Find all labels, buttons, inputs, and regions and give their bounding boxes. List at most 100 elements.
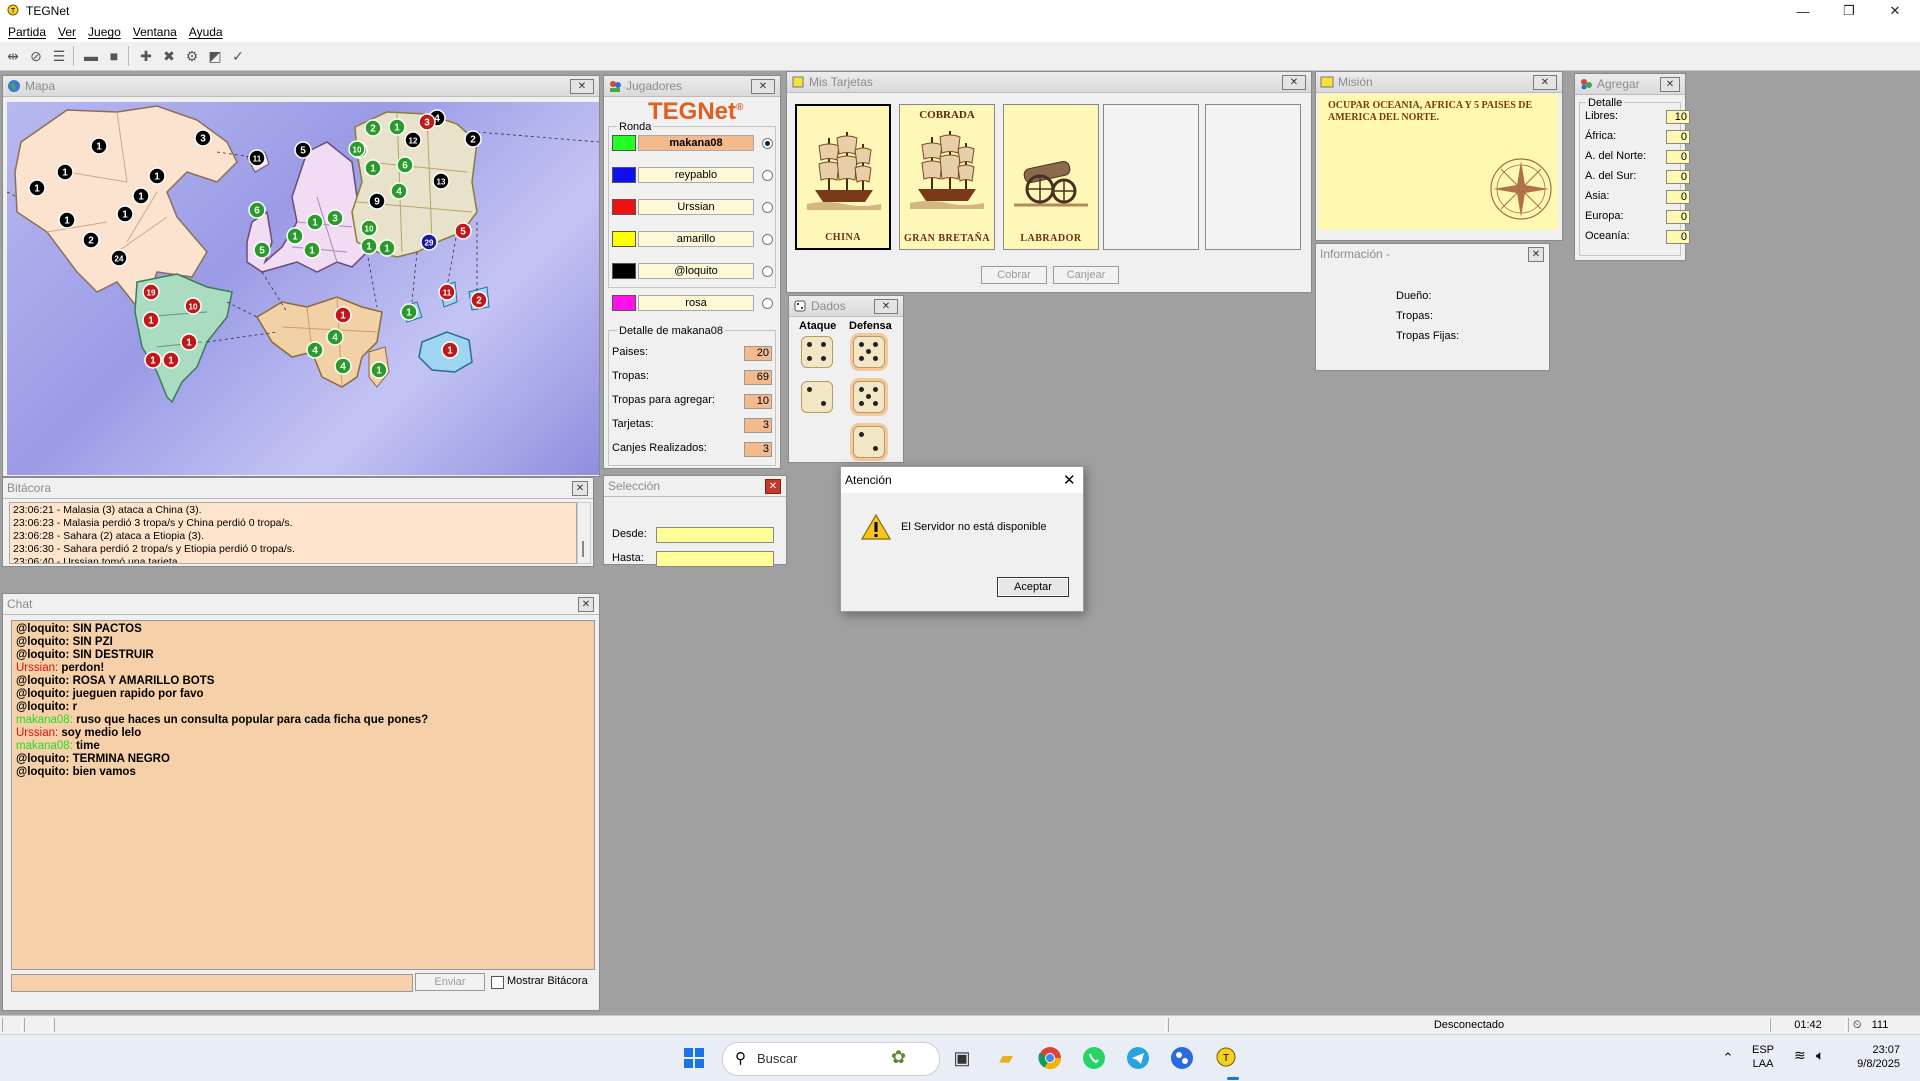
aceptar-button[interactable]: Aceptar bbox=[997, 577, 1069, 597]
army-marker[interactable]: 29 bbox=[420, 233, 438, 251]
agregar-close-button[interactable]: ✕ bbox=[1660, 77, 1680, 92]
language-indicator[interactable]: ESP LAA bbox=[1752, 1043, 1774, 1071]
wifi-icon[interactable]: ≋ bbox=[1794, 1047, 1806, 1064]
card-icon[interactable]: ◩ bbox=[205, 46, 225, 66]
army-marker[interactable]: 1 bbox=[180, 333, 198, 351]
army-marker[interactable]: 1 bbox=[334, 306, 352, 324]
army-marker[interactable]: 2 bbox=[464, 130, 482, 148]
player-radio[interactable] bbox=[762, 233, 773, 245]
taskbar-clock[interactable]: 23:07 9/8/2025 bbox=[1842, 1043, 1900, 1071]
chrome-icon[interactable] bbox=[1036, 1044, 1064, 1072]
army-marker[interactable]: 1 bbox=[388, 118, 406, 136]
menu-ayuda[interactable]: Ayuda bbox=[189, 25, 223, 39]
close-window-button[interactable]: ✕ bbox=[1872, 0, 1918, 22]
army-marker[interactable]: 1 bbox=[364, 159, 382, 177]
player-row[interactable]: @loquito bbox=[612, 262, 773, 280]
telegram-icon[interactable] bbox=[1124, 1044, 1152, 1072]
army-marker[interactable]: 12 bbox=[404, 131, 422, 149]
player-row[interactable]: makana08 bbox=[612, 134, 773, 152]
player-radio[interactable] bbox=[762, 169, 773, 181]
army-marker[interactable]: 2 bbox=[470, 291, 488, 309]
agregar-row-value[interactable]: 10 bbox=[1666, 110, 1690, 124]
app-blue-icon[interactable] bbox=[1168, 1044, 1196, 1072]
taskbar-search[interactable]: ⚲ Buscar ✿ bbox=[722, 1042, 940, 1076]
army-marker[interactable]: 4 bbox=[334, 357, 352, 375]
world-map-svg[interactable]: 1311111122411561315113214210126134910112… bbox=[7, 102, 599, 475]
player-row[interactable]: rosa bbox=[612, 294, 773, 312]
player-row[interactable]: Urssian bbox=[612, 198, 773, 216]
whatsapp-icon[interactable] bbox=[1080, 1044, 1108, 1072]
settings-icon[interactable]: ⚙ bbox=[182, 46, 202, 66]
start-icon[interactable]: ▬ bbox=[81, 46, 101, 66]
army-marker[interactable]: 13 bbox=[432, 172, 450, 190]
army-marker[interactable]: 1 bbox=[144, 351, 162, 369]
list-icon[interactable]: ☰ bbox=[49, 46, 69, 66]
chat-input[interactable] bbox=[11, 974, 413, 992]
player-row[interactable]: reypablo bbox=[612, 166, 773, 184]
army-marker[interactable]: 10 bbox=[184, 297, 202, 315]
enviar-button[interactable]: Enviar bbox=[415, 973, 485, 991]
africa-continent[interactable] bbox=[255, 296, 390, 388]
agregar-row-value[interactable]: 0 bbox=[1666, 230, 1690, 244]
army-marker[interactable]: 1 bbox=[56, 163, 74, 181]
canjear-button[interactable]: Canjear bbox=[1053, 266, 1119, 284]
army-marker[interactable]: 10 bbox=[348, 140, 366, 158]
army-marker[interactable]: 10 bbox=[360, 219, 378, 237]
stop-icon[interactable]: ■ bbox=[104, 46, 124, 66]
agregar-row-value[interactable]: 0 bbox=[1666, 130, 1690, 144]
seleccion-close-button[interactable]: ✕ bbox=[765, 479, 781, 494]
desde-field[interactable] bbox=[656, 527, 774, 543]
mostrar-bitacora-checkbox[interactable] bbox=[491, 976, 504, 989]
dados-close-button[interactable]: ✕ bbox=[874, 299, 898, 314]
bitacora-scroll-thumb[interactable] bbox=[582, 541, 584, 557]
army-marker[interactable]: 4 bbox=[390, 182, 408, 200]
army-marker[interactable]: 1 bbox=[286, 227, 304, 245]
attack-icon[interactable]: ✖ bbox=[159, 46, 179, 66]
army-marker[interactable]: 1 bbox=[148, 167, 166, 185]
army-marker[interactable]: 4 bbox=[326, 328, 344, 346]
maximize-button[interactable]: ❐ bbox=[1826, 0, 1872, 22]
end-turn-icon[interactable]: ✓ bbox=[228, 46, 248, 66]
army-marker[interactable]: 11 bbox=[248, 149, 266, 167]
chat-close-button[interactable]: ✕ bbox=[578, 597, 594, 612]
jugadores-close-button[interactable]: ✕ bbox=[751, 79, 775, 94]
army-marker[interactable]: 2 bbox=[364, 119, 382, 137]
army-marker[interactable]: 4 bbox=[306, 341, 324, 359]
disconnect-icon[interactable]: ⊘ bbox=[26, 46, 46, 66]
cobrar-button[interactable]: Cobrar bbox=[981, 266, 1047, 284]
task-view-icon[interactable]: ▣ bbox=[948, 1044, 976, 1072]
army-marker[interactable]: 5 bbox=[253, 241, 271, 259]
player-row[interactable]: amarillo bbox=[612, 230, 773, 248]
army-marker[interactable]: 1 bbox=[58, 211, 76, 229]
minimize-button[interactable]: — bbox=[1780, 0, 1826, 22]
army-marker[interactable]: 1 bbox=[378, 239, 396, 257]
chat-messages[interactable]: @loquito: SIN PACTOS @loquito: SIN PZI @lo… bbox=[11, 620, 595, 970]
army-marker[interactable]: 1 bbox=[90, 137, 108, 155]
windows-start-icon[interactable] bbox=[680, 1044, 708, 1072]
army-marker[interactable]: 1 bbox=[28, 179, 46, 197]
army-marker[interactable]: 1 bbox=[142, 311, 160, 329]
connect-icon[interactable]: ⇹ bbox=[3, 46, 23, 66]
mapa-close-button[interactable]: ✕ bbox=[570, 79, 594, 94]
army-marker[interactable]: 6 bbox=[396, 156, 414, 174]
menu-partida[interactable]: Partida bbox=[8, 25, 46, 39]
player-radio[interactable] bbox=[762, 297, 773, 309]
army-marker[interactable]: 1 bbox=[162, 351, 180, 369]
dialog-close-button[interactable]: ✕ bbox=[1063, 471, 1076, 489]
add-troops-icon[interactable]: ✚ bbox=[136, 46, 156, 66]
army-marker[interactable]: 6 bbox=[248, 201, 266, 219]
army-marker[interactable]: 5 bbox=[454, 222, 472, 240]
bitacora-close-button[interactable]: ✕ bbox=[572, 481, 588, 496]
army-marker[interactable]: 1 bbox=[400, 303, 418, 321]
menu-ventana[interactable]: Ventana bbox=[133, 25, 177, 39]
agregar-row-value[interactable]: 0 bbox=[1666, 170, 1690, 184]
army-marker[interactable]: 5 bbox=[294, 141, 312, 159]
file-explorer-icon[interactable]: ▰ bbox=[992, 1044, 1020, 1072]
agregar-row-value[interactable]: 0 bbox=[1666, 150, 1690, 164]
army-marker[interactable]: 1 bbox=[306, 213, 324, 231]
army-marker[interactable]: 9 bbox=[368, 192, 386, 210]
mision-close-button[interactable]: ✕ bbox=[1533, 75, 1557, 90]
army-marker[interactable]: 1 bbox=[360, 237, 378, 255]
world-map[interactable]: 1311111122411561315113214210126134910112… bbox=[7, 102, 599, 475]
army-marker[interactable]: 1 bbox=[441, 341, 459, 359]
